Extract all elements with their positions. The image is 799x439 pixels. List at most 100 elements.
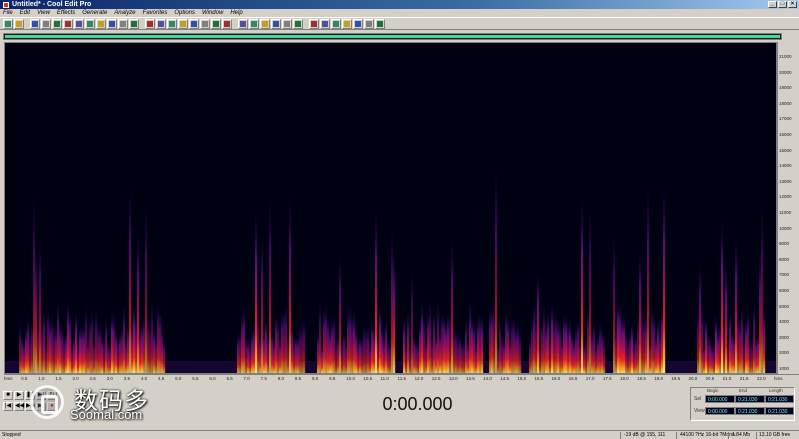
spectral-energy-column: [265, 317, 268, 373]
new-file-button[interactable]: [30, 18, 40, 29]
menu-favorites[interactable]: Favorites: [143, 9, 168, 17]
time-tick-label: 22.0: [756, 376, 766, 381]
loop-button[interactable]: [271, 18, 281, 29]
spectral-energy-column: [367, 324, 370, 373]
spectral-energy-column: [513, 317, 516, 373]
spectral-energy-column: [573, 340, 576, 373]
spectral-energy-column: [489, 304, 492, 373]
spectral-energy-column: [371, 320, 374, 373]
paste-new-button[interactable]: [96, 18, 106, 29]
menu-file[interactable]: File: [3, 9, 13, 17]
overview-bar[interactable]: [3, 33, 782, 40]
noise-button[interactable]: [293, 18, 303, 29]
copy-button[interactable]: [74, 18, 84, 29]
spectral-energy-column: [735, 235, 738, 373]
zoom-vertical-button[interactable]: [222, 18, 232, 29]
spectrogram-canvas[interactable]: [5, 43, 777, 374]
sel-end-field[interactable]: 0:21.030: [735, 395, 765, 403]
time-tick-label: 6.0: [209, 376, 216, 381]
frequency-axis: 21000 20000 19000 18000 17000 16000 15000 14000…: [777, 42, 799, 374]
cut-icon: [65, 20, 71, 27]
frequency-button[interactable]: [331, 18, 341, 29]
spectral-energy-column: [545, 322, 548, 373]
time-tick-label: 16.0: [551, 376, 561, 381]
spectral-energy-column: [729, 310, 732, 373]
zoom-left-button[interactable]: [200, 18, 210, 29]
rewind-button[interactable]: ◀◀: [14, 402, 24, 411]
close-button[interactable]: ×: [788, 1, 797, 8]
envelope-button[interactable]: [309, 18, 319, 29]
menu-options[interactable]: Options: [174, 9, 195, 17]
spectral-energy-column: [475, 342, 478, 373]
spectral-energy-column: [21, 334, 24, 373]
menu-help[interactable]: Help: [230, 9, 242, 17]
time-tick-label: 0.5: [21, 376, 28, 381]
sel-begin-field[interactable]: 0:00.000: [705, 395, 735, 403]
stop-button[interactable]: ■: [3, 391, 13, 400]
open-file-button[interactable]: [41, 18, 51, 29]
menu-effects[interactable]: Effects: [57, 9, 75, 17]
spectral-energy-column: [443, 313, 446, 373]
spectral-energy-column: [259, 335, 262, 373]
waveform-view-button[interactable]: [3, 18, 13, 29]
marker-button[interactable]: [282, 18, 292, 29]
spectral-energy-column: [69, 311, 72, 373]
scripts-button[interactable]: [353, 18, 363, 29]
maximize-button[interactable]: □: [778, 1, 787, 8]
spectral-view-button[interactable]: [249, 18, 259, 29]
spectral-energy-column: [75, 311, 78, 373]
save-button[interactable]: [52, 18, 62, 29]
paste-button[interactable]: [85, 18, 95, 29]
cut-button[interactable]: [63, 18, 73, 29]
spectral-energy-column: [457, 337, 460, 373]
spectral-energy-column: [733, 333, 736, 373]
sel-header-begin: Begin: [707, 388, 719, 393]
mix-paste-button[interactable]: [107, 18, 117, 29]
spectral-energy-column: [465, 318, 468, 373]
zoom-in-button[interactable]: [156, 18, 166, 29]
zoom-out-button[interactable]: [167, 18, 177, 29]
spectral-energy-column: [287, 334, 290, 373]
spectral-energy-column: [345, 340, 348, 373]
go-start-button[interactable]: |◀: [3, 402, 13, 411]
batch-button[interactable]: [342, 18, 352, 29]
menu-generate[interactable]: Generate: [82, 9, 107, 17]
zoom-full-button[interactable]: [178, 18, 188, 29]
analysis-button[interactable]: [320, 18, 330, 29]
spectral-energy-column: [321, 344, 324, 373]
freq-tick-label: 2000: [779, 350, 790, 356]
time-tick-label: 8.0: [277, 376, 285, 381]
repeat-button[interactable]: [145, 18, 155, 29]
undo-button[interactable]: [129, 18, 139, 29]
play-list-button[interactable]: [375, 18, 385, 29]
menu-view[interactable]: View: [37, 9, 50, 17]
waveform-toggle-button[interactable]: [260, 18, 270, 29]
spectral-energy-column: [617, 300, 620, 373]
cue-list-button[interactable]: [364, 18, 374, 29]
menu-analyze[interactable]: Analyze: [114, 9, 135, 17]
play-button[interactable]: ▶: [14, 391, 24, 400]
spectral-energy-column: [561, 338, 564, 373]
paste-icon: [87, 20, 93, 27]
multitrack-button[interactable]: [14, 18, 24, 29]
spectral-energy-column: [593, 320, 596, 373]
zoom-right-button[interactable]: [211, 18, 221, 29]
freq-tick-label: 17000: [779, 116, 792, 122]
snap-button[interactable]: [238, 18, 248, 29]
menu-edit[interactable]: Edit: [20, 9, 30, 17]
spectral-view[interactable]: [4, 42, 777, 374]
view-begin-field[interactable]: 0:00.000: [705, 407, 735, 415]
view-length-field[interactable]: 0:21.030: [765, 407, 794, 415]
trim-button[interactable]: [118, 18, 128, 29]
menu-window[interactable]: Window: [202, 9, 223, 17]
minimize-button[interactable]: _: [768, 1, 777, 8]
overview-range[interactable]: [5, 35, 780, 38]
zoom-selection-button[interactable]: [189, 18, 199, 29]
spectral-energy-column: [449, 314, 452, 373]
spectral-energy-column: [497, 342, 500, 373]
spectral-energy-column: [481, 315, 484, 373]
spectral-energy-column: [95, 307, 98, 373]
menu-bar: File Edit View Effects Generate Analyze …: [0, 9, 799, 17]
view-end-field[interactable]: 0:21.030: [735, 407, 765, 415]
sel-length-field[interactable]: 0:21.030: [765, 395, 794, 403]
